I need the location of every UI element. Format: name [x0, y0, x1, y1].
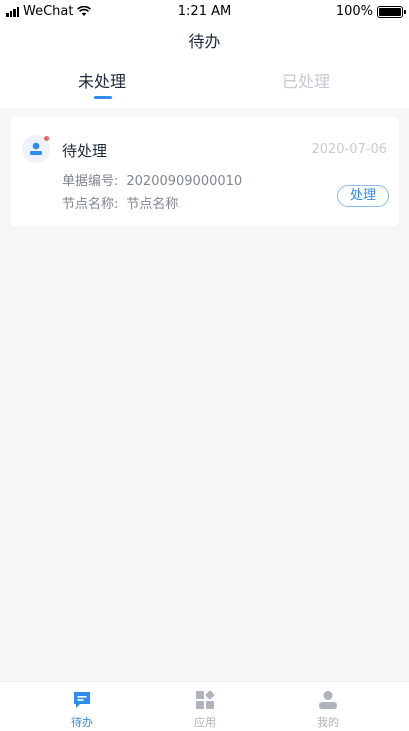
avatar: [22, 135, 50, 163]
node-name-row: 节点名称: 节点名称: [62, 193, 178, 212]
order-number-row: 单据编号: 20200909000010: [62, 170, 242, 189]
message-icon: [74, 692, 90, 708]
tab-unprocessed[interactable]: 未处理: [0, 62, 204, 108]
node-name-label: 节点名称:: [62, 197, 119, 212]
card-date: 2020-07-06: [311, 142, 387, 157]
user-icon: [30, 142, 42, 155]
page-title: 待办: [0, 22, 409, 62]
todo-card[interactable]: 待处理 2020-07-06 单据编号: 20200909000010 节点名称:…: [10, 117, 399, 227]
bottom-nav-profile[interactable]: 我的: [260, 682, 396, 731]
battery-percent: 100%: [335, 4, 373, 19]
bottom-nav-todo-label: 待办: [71, 716, 93, 729]
status-right: 100%: [335, 4, 406, 19]
bottom-nav-profile-label: 我的: [317, 716, 339, 729]
apps-icon: [196, 690, 215, 709]
bottom-nav-apps-label: 应用: [194, 716, 216, 729]
process-button[interactable]: 处理: [337, 185, 389, 207]
bottom-nav-apps[interactable]: 应用: [137, 682, 273, 731]
tab-processed[interactable]: 已处理: [204, 62, 408, 108]
bottom-nav: 待办 应用 我的: [0, 681, 409, 731]
battery-icon: [377, 5, 406, 18]
user-icon: [319, 691, 337, 709]
card-title: 待处理: [62, 142, 108, 160]
order-number-label: 单据编号:: [62, 174, 119, 189]
tab-bar: 未处理 已处理: [0, 62, 409, 108]
node-name-value: 节点名称: [126, 197, 179, 212]
order-number-value: 20200909000010: [126, 174, 243, 189]
unread-badge: [44, 136, 49, 141]
tab-active-indicator: [94, 96, 112, 99]
bottom-nav-todo[interactable]: 待办: [14, 682, 150, 731]
status-bar: WeChat 1:21 AM 100%: [0, 0, 409, 22]
